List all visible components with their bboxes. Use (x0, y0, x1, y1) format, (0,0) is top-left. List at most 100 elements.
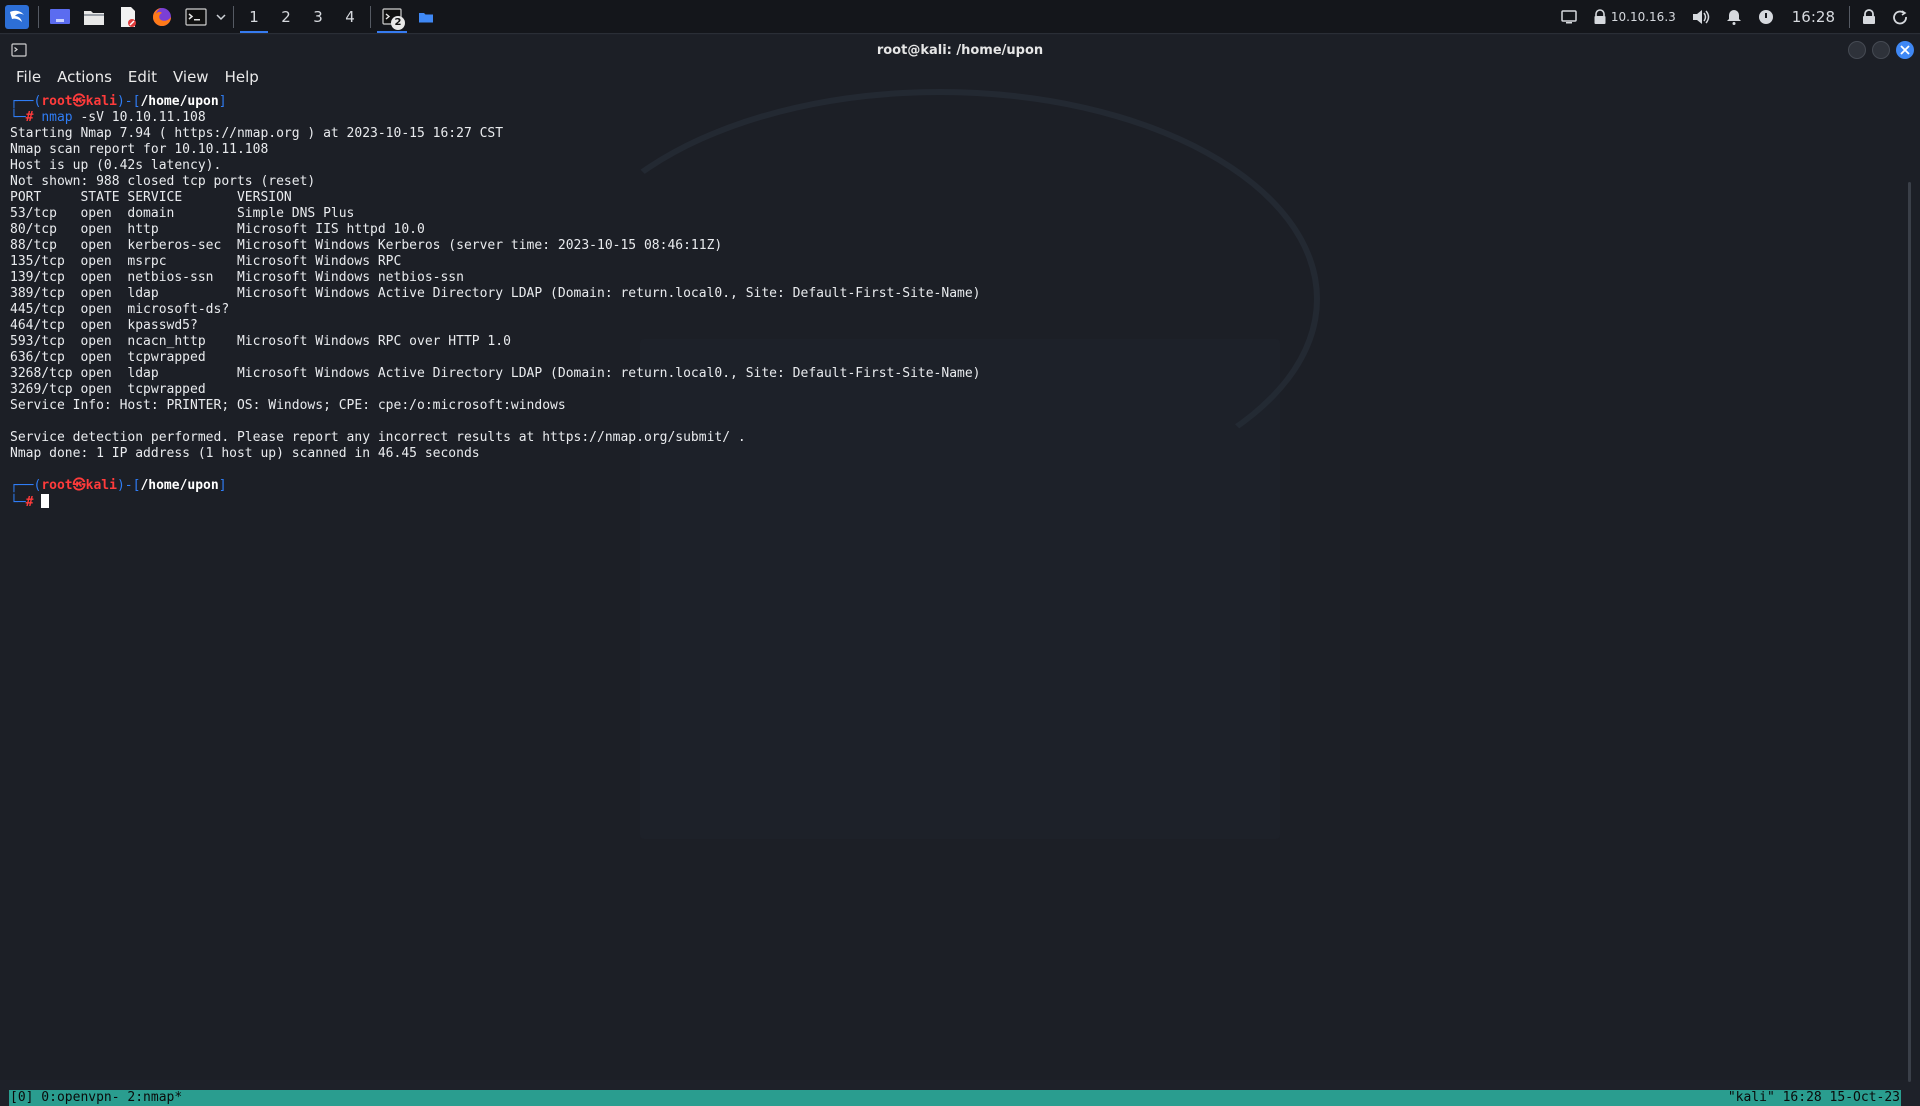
output-line: 389/tcp open ldap Microsoft Windows Acti… (10, 286, 981, 301)
terminal-output[interactable]: ┌──(root㉿kali)-[/home/upon] └─# nmap -sV… (10, 94, 1900, 510)
prompt-frame-mid: )-[ (116, 478, 141, 493)
panel-separator (370, 5, 371, 28)
vpn-indicator[interactable]: 10.10.16.3 (1585, 0, 1684, 34)
workspace-label: 1 (249, 7, 259, 26)
output-line: 53/tcp open domain Simple DNS Plus (10, 206, 355, 221)
prompt-line: ┌──(root㉿kali)-[/home/upon] (10, 478, 1900, 494)
output-line: 3268/tcp open ldap Microsoft Windows Act… (10, 366, 981, 381)
firefox-icon[interactable] (145, 0, 179, 34)
power-manager-icon[interactable] (1750, 0, 1782, 34)
window-titlebar[interactable]: root@kali: /home/upon (0, 35, 1920, 65)
menu-file[interactable]: File (8, 65, 49, 89)
taskbar-terminal-group[interactable]: 2 (375, 0, 409, 34)
output-line: 636/tcp open tcpwrapped (10, 350, 206, 365)
text-editor-icon[interactable] (111, 0, 145, 34)
prompt-frame-bottom: └─ (10, 495, 26, 510)
prompt-path: /home/upon (140, 94, 219, 109)
command-name: nmap (41, 110, 73, 125)
command-output: Starting Nmap 7.94 ( https://nmap.org ) … (10, 126, 1900, 478)
file-manager-icon[interactable] (77, 0, 111, 34)
folder-task-icon (419, 12, 433, 22)
prompt-user: root (41, 94, 73, 109)
tmux-window-list[interactable]: [0] 0:openvpn- 2:nmap* (10, 1090, 182, 1106)
output-line: 80/tcp open http Microsoft IIS httpd 10.… (10, 222, 425, 237)
output-line: 135/tcp open msrpc Microsoft Windows RPC (10, 254, 402, 269)
tmux-status-right: "kali" 16:28 15-Oct-23 (1727, 1090, 1900, 1105)
output-line: 88/tcp open kerberos-sec Microsoft Windo… (10, 238, 723, 253)
prompt-frame-mid: )-[ (116, 94, 141, 109)
prompt-host: kali (85, 478, 117, 493)
terminal-launcher-dropdown-icon[interactable] (213, 0, 229, 34)
kali-menu-icon[interactable] (0, 0, 34, 34)
prompt-frame-close: ] (218, 478, 227, 493)
output-line: 139/tcp open netbios-ssn Microsoft Windo… (10, 270, 464, 285)
display-icon[interactable] (1553, 0, 1585, 34)
panel-separator (1849, 5, 1850, 28)
prompt-frame-top: ┌──( (10, 94, 42, 109)
prompt-skull-glyph: ㉿ (72, 94, 86, 109)
notifications-icon[interactable] (1718, 0, 1750, 34)
vpn-ip-label: 10.10.16.3 (1610, 9, 1676, 24)
lock-screen-icon[interactable] (1854, 0, 1884, 34)
prompt-path: /home/upon (140, 478, 219, 493)
menu-actions[interactable]: Actions (49, 65, 120, 89)
terminal-viewport[interactable]: ┌──(root㉿kali)-[/home/upon] └─# nmap -sV… (0, 89, 1920, 1085)
terminal-launcher-icon[interactable] (179, 0, 213, 34)
maximize-button[interactable] (1872, 41, 1890, 59)
output-line: PORT STATE SERVICE VERSION (10, 190, 292, 205)
panel-separator (38, 5, 39, 28)
command-line: └─# nmap -sV 10.10.11.108 (10, 110, 1900, 126)
output-line: 593/tcp open ncacn_http Microsoft Window… (10, 334, 511, 349)
prompt-user: root (41, 478, 73, 493)
menu-bar: File Actions Edit View Help (0, 65, 1920, 89)
top-panel: 1 2 3 4 2 10.10.16.3 16:28 (0, 0, 1920, 34)
window-controls (1848, 41, 1914, 59)
output-line: 445/tcp open microsoft-ds? (10, 302, 230, 317)
text-cursor (41, 494, 50, 508)
workspace-2[interactable]: 2 (270, 0, 302, 34)
panel-separator (233, 5, 234, 28)
close-button[interactable] (1896, 41, 1914, 59)
output-line: 3269/tcp open tcpwrapped (10, 382, 206, 397)
prompt-frame-top: ┌──( (10, 478, 42, 493)
workspace-4[interactable]: 4 (334, 0, 366, 34)
show-desktop-icon[interactable] (43, 0, 77, 34)
workspace-label: 2 (281, 7, 291, 26)
prompt-frame-close: ] (218, 94, 227, 109)
command-args: -sV 10.10.11.108 (72, 110, 206, 125)
input-line[interactable]: └─# (10, 494, 1900, 510)
vpn-lock-icon (1594, 8, 1606, 24)
clock[interactable]: 16:28 (1782, 8, 1845, 26)
terminal-scrollbar[interactable] (1908, 182, 1911, 1082)
volume-icon[interactable] (1684, 0, 1718, 34)
terminal-window[interactable]: root@kali: /home/upon File Actions Edit … (0, 35, 1920, 1106)
output-line: Not shown: 988 closed tcp ports (reset) (10, 174, 316, 189)
output-line: Starting Nmap 7.94 ( https://nmap.org ) … (10, 126, 504, 141)
workspace-label: 4 (345, 7, 355, 26)
tmux-status-bar: [0] 0:openvpn- 2:nmap* "kali" 16:28 15-O… (9, 1090, 1901, 1106)
taskbar-file-manager[interactable] (409, 0, 443, 34)
output-line: 464/tcp open kpasswd5? (10, 318, 198, 333)
workspace-1[interactable]: 1 (238, 0, 270, 34)
output-line: Host is up (0.42s latency). (10, 158, 222, 173)
close-icon (1900, 45, 1910, 55)
output-line: Nmap scan report for 10.10.11.108 (10, 142, 269, 157)
output-line: Service detection performed. Please repo… (10, 430, 746, 445)
prompt-line: ┌──(root㉿kali)-[/home/upon] (10, 94, 1900, 110)
terminal-window-icon (11, 43, 27, 61)
output-line: Nmap done: 1 IP address (1 host up) scan… (10, 446, 480, 461)
menu-help[interactable]: Help (217, 65, 267, 89)
prompt-skull-glyph: ㉿ (72, 478, 86, 493)
menu-view[interactable]: View (165, 65, 217, 89)
output-line: Service Info: Host: PRINTER; OS: Windows… (10, 398, 566, 413)
prompt-host: kali (85, 94, 117, 109)
minimize-button[interactable] (1848, 41, 1866, 59)
window-title: root@kali: /home/upon (876, 42, 1044, 58)
task-count-badge: 2 (391, 15, 405, 30)
workspace-3[interactable]: 3 (302, 0, 334, 34)
menu-edit[interactable]: Edit (120, 65, 165, 89)
prompt-frame-bottom: └─ (10, 110, 26, 125)
logout-icon[interactable] (1884, 0, 1916, 34)
